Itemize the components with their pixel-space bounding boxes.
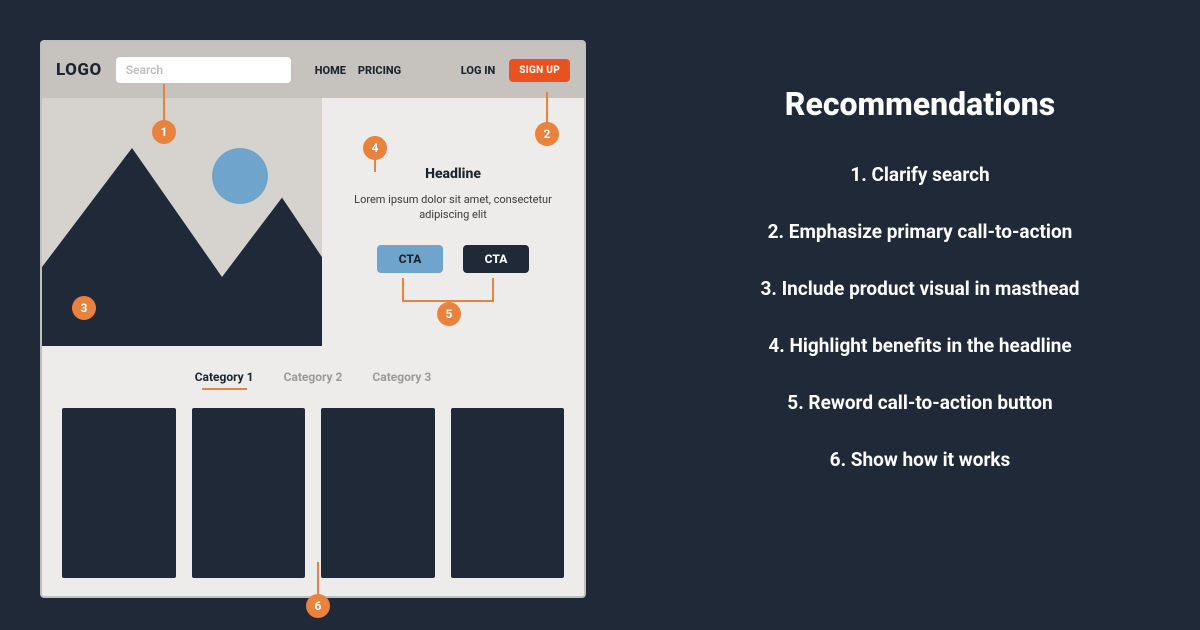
tab-category-2[interactable]: Category 2 [284,370,343,390]
recommendation-item: 6. Show how it works [680,448,1160,471]
cta-secondary[interactable]: CTA [463,245,529,273]
card-item[interactable] [321,408,435,578]
pin-line [317,562,319,598]
marker-3: 3 [72,296,96,320]
subheadline: Lorem ipsum dolor sit amet, consectetur … [348,192,558,223]
category-tabs: Category 1 Category 2 Category 3 [42,370,584,390]
marker-6: 6 [306,594,330,618]
recommendation-item: 4. Highlight benefits in the headline [680,334,1160,357]
mockup-frame: LOGO Search HOME PRICING LOG IN SIGN UP … [40,40,586,598]
recommendations-title: Recommendations [680,85,1160,123]
headline: Headline [425,166,481,182]
card-item[interactable] [451,408,565,578]
marker-2: 2 [535,122,559,146]
card-item[interactable] [62,408,176,578]
recommendation-item: 2. Emphasize primary call-to-action [680,220,1160,243]
marker-4: 4 [363,136,387,160]
signup-button[interactable]: SIGN UP [509,59,570,82]
card-item[interactable] [192,408,306,578]
recommendation-item: 5. Reword call-to-action button [680,391,1160,414]
recommendation-item: 3. Include product visual in masthead [680,277,1160,300]
marker-1: 1 [152,120,176,144]
search-input[interactable]: Search [116,57,291,83]
tab-category-3[interactable]: Category 3 [372,370,431,390]
marker-5: 5 [437,302,461,326]
wireframe-panel: LOGO Search HOME PRICING LOG IN SIGN UP … [0,0,600,630]
login-link[interactable]: LOG IN [461,64,495,77]
cta-row: CTA CTA [377,245,529,273]
recommendations-panel: Recommendations 1. Clarify search 2. Emp… [600,0,1200,630]
nav-home[interactable]: HOME [315,64,346,77]
logo: LOGO [56,60,102,80]
hero-section: Headline Lorem ipsum dolor sit amet, con… [42,98,584,346]
top-nav: LOGO Search HOME PRICING LOG IN SIGN UP [42,42,584,98]
card-grid [42,390,584,578]
recommendation-item: 1. Clarify search [680,163,1160,186]
cta-primary[interactable]: CTA [377,245,443,273]
nav-pricing[interactable]: PRICING [358,64,401,77]
pin-line [546,92,548,126]
nav-links: HOME PRICING [315,64,401,77]
pin-line [163,84,165,124]
bracket [402,278,494,302]
tab-category-1[interactable]: Category 1 [195,370,254,390]
pin-line [374,158,376,172]
